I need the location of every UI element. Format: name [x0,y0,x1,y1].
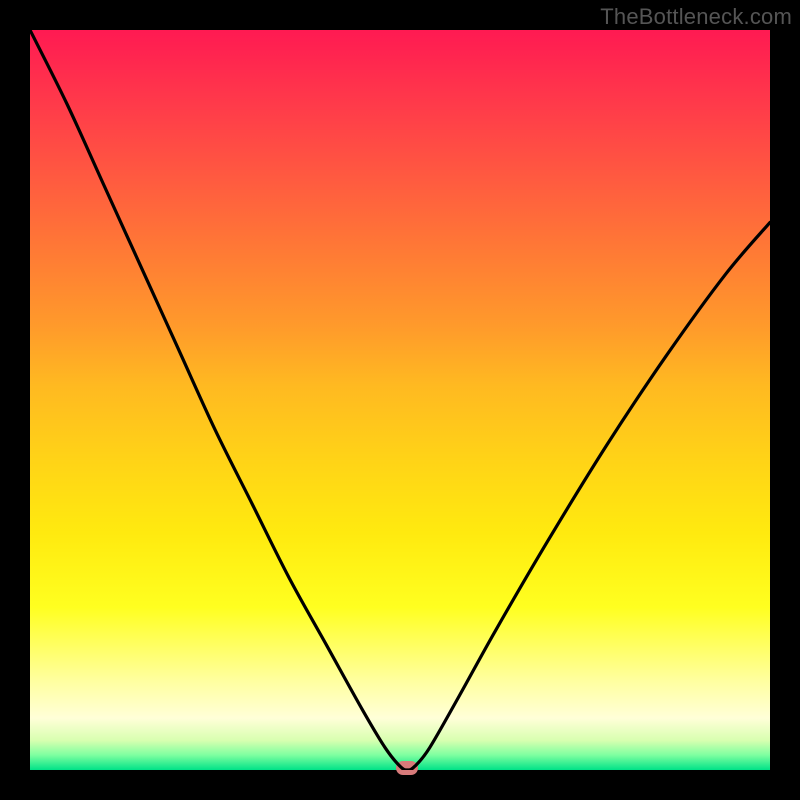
bottleneck-curve-path [30,30,770,770]
bottleneck-curve-svg [30,30,770,770]
chart-frame: TheBottleneck.com [0,0,800,800]
watermark-text: TheBottleneck.com [600,4,792,30]
